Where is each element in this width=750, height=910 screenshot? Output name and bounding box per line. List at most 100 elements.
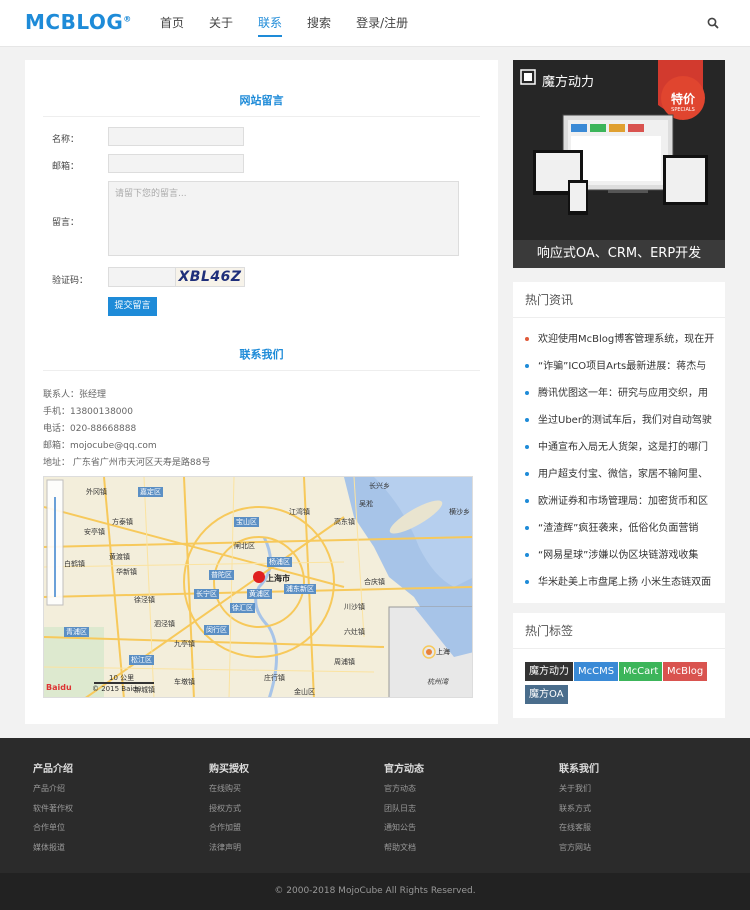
news-item[interactable]: 欢迎使用McBlog博客管理系统，现在开 bbox=[525, 330, 721, 356]
map-label: 高东镇 bbox=[334, 518, 355, 526]
bullet-icon bbox=[525, 526, 529, 530]
footer-link[interactable]: 官方动态 bbox=[384, 783, 424, 803]
map-label: 周浦镇 bbox=[334, 658, 355, 666]
map-label: 徐泾镇 bbox=[134, 596, 155, 604]
news-item[interactable]: 中通宣布入局无人货架，这是打的哪门 bbox=[525, 438, 721, 464]
nav-login-register[interactable]: 登录/注册 bbox=[356, 0, 408, 47]
news-item[interactable]: “渣渣辉”疯狂袭来，低俗化负面营销 bbox=[525, 519, 721, 545]
news-item-label: 华米赴美上市盘尾上扬 小米生态链双面 bbox=[538, 577, 712, 588]
contact-email: 邮箱：mojocube@qq.com bbox=[43, 441, 157, 451]
news-item[interactable]: 坐过Uber的测试车后，我们对自动驾驶 bbox=[525, 411, 721, 437]
message-label: 留言： bbox=[52, 218, 80, 228]
header: MCBLOG® 首页 关于 联系 搜索 登录/注册 bbox=[0, 0, 750, 47]
search-icon[interactable] bbox=[706, 16, 720, 30]
news-item-label: 中通宣布入局无人货架，这是打的哪门 bbox=[538, 442, 708, 453]
map-canvas[interactable] bbox=[44, 477, 473, 698]
map-label: 庄行镇 bbox=[264, 674, 285, 682]
map-label: 九亭镇 bbox=[174, 640, 195, 648]
footer-link[interactable]: 合作单位 bbox=[33, 822, 73, 842]
nav-contact[interactable]: 联系 bbox=[258, 0, 283, 47]
map-scale-label: 10 公里 bbox=[109, 674, 135, 682]
map-district-label: 浦东新区 bbox=[284, 584, 316, 594]
footer-col-products: 产品介绍 产品介绍 软件著作权 合作单位 媒体报道 bbox=[33, 760, 73, 861]
map-label: 六灶镇 bbox=[344, 628, 365, 636]
news-item[interactable]: 腾讯优图这一年：研究与应用交织，用 bbox=[525, 384, 721, 410]
hot-news-title: 热门资讯 bbox=[513, 282, 725, 318]
map-label: 合庆镇 bbox=[364, 578, 385, 586]
map-district-label: 长宁区 bbox=[194, 589, 219, 599]
message-section-title: 网站留言 bbox=[43, 92, 480, 117]
news-item-label: “网易星球”涉嫌以伪区块链游戏收集 bbox=[538, 550, 699, 561]
footer-link[interactable]: 关于我们 bbox=[559, 783, 599, 803]
nav-search[interactable]: 搜索 bbox=[307, 0, 331, 47]
bullet-icon bbox=[525, 418, 529, 422]
news-item[interactable]: 华米赴美上市盘尾上扬 小米生态链双面 bbox=[525, 573, 721, 599]
news-item[interactable]: “诈骗”ICO项目Arts最新进展：蒋杰与 bbox=[525, 357, 721, 383]
map-label: 川沙镇 bbox=[344, 603, 365, 611]
map-district-label: 宝山区 bbox=[234, 517, 259, 527]
map-district-label: 闵行区 bbox=[204, 625, 229, 635]
map-label: 外冈镇 bbox=[86, 488, 107, 496]
tag-mofang-oa[interactable]: 魔方OA bbox=[525, 685, 568, 704]
logo-registered-mark: ® bbox=[123, 14, 132, 24]
tag-mcblog[interactable]: McBlog bbox=[663, 662, 708, 681]
contact-address: 地址： 广东省广州市天河区天寿是路88号 bbox=[43, 458, 211, 468]
map-label: 泗泾镇 bbox=[154, 620, 175, 628]
footer-link[interactable]: 在线购买 bbox=[209, 783, 249, 803]
map-copyright: © 2015 Baidu bbox=[92, 685, 142, 693]
tag-mccms[interactable]: McCMS bbox=[574, 662, 619, 681]
footer-link[interactable]: 在线客服 bbox=[559, 822, 599, 842]
main-nav: 首页 关于 联系 搜索 登录/注册 bbox=[160, 0, 433, 47]
footer-link[interactable]: 官方网站 bbox=[559, 842, 599, 862]
promo-badge: 特价 bbox=[670, 92, 695, 106]
contact-person: 联系人：张经理 bbox=[43, 390, 107, 400]
site-logo[interactable]: MCBLOG® bbox=[25, 10, 132, 34]
logo-text: MCBLOG bbox=[25, 10, 124, 34]
footer-link[interactable]: 产品介绍 bbox=[33, 783, 73, 803]
news-item[interactable]: 用户超支付宝、微信，家居不输阿里、 bbox=[525, 465, 721, 491]
captcha-image[interactable]: XBL46Z bbox=[175, 267, 245, 287]
footer-link[interactable]: 联系方式 bbox=[559, 803, 599, 823]
footer-link[interactable]: 帮助文档 bbox=[384, 842, 424, 862]
footer-link[interactable]: 团队日志 bbox=[384, 803, 424, 823]
map-baidu-logo: Baidu bbox=[46, 683, 72, 692]
footer-col-contact: 联系我们 关于我们 联系方式 在线客服 官方网站 bbox=[559, 760, 599, 861]
name-label: 名称： bbox=[52, 135, 80, 145]
email-field[interactable] bbox=[108, 154, 244, 173]
hot-tags-panel: 热门标签 魔方动力 McCMS McCart McBlog 魔方OA bbox=[513, 613, 725, 718]
news-item[interactable]: 欧洲证券和市场管理局：加密货币和区 bbox=[525, 492, 721, 518]
captcha-label: 验证码： bbox=[52, 276, 89, 286]
footer-link[interactable]: 合作加盟 bbox=[209, 822, 249, 842]
submit-message-button[interactable]: 提交留言 bbox=[108, 297, 157, 316]
footer-link[interactable]: 通知公告 bbox=[384, 822, 424, 842]
bullet-icon bbox=[525, 445, 529, 449]
nav-about[interactable]: 关于 bbox=[209, 0, 233, 47]
copyright: © 2000-2018 MojoCube All Rights Reserved… bbox=[0, 873, 750, 910]
nav-home[interactable]: 首页 bbox=[160, 0, 184, 47]
bullet-icon bbox=[525, 553, 529, 557]
contact-mobile: 手机：13800138000 bbox=[43, 407, 133, 417]
contact-card: 网站留言 名称： 邮箱： 留言： 请留下您的留言... 验证码： XBL46Z … bbox=[25, 60, 498, 724]
news-item[interactable]: “网易星球”涉嫌以伪区块链游戏收集 bbox=[525, 546, 721, 572]
news-item-label: 用户超支付宝、微信，家居不输阿里、 bbox=[538, 469, 708, 480]
map-label: 吴淞 bbox=[359, 500, 373, 508]
map-label: 安亭镇 bbox=[84, 528, 105, 536]
promo-title: 魔方动力 bbox=[542, 75, 595, 90]
promo-badge-sub: SPECIALS bbox=[671, 107, 695, 113]
footer-col-title: 官方动态 bbox=[384, 764, 424, 775]
footer-link[interactable]: 软件著作权 bbox=[33, 803, 73, 823]
captcha-input[interactable] bbox=[108, 267, 178, 287]
tag-mccart[interactable]: McCart bbox=[619, 662, 663, 681]
map-district-label: 黄浦区 bbox=[247, 589, 272, 599]
name-field[interactable] bbox=[108, 127, 244, 146]
footer: 产品介绍 产品介绍 软件著作权 合作单位 媒体报道 购买授权 在线购买 授权方式… bbox=[0, 738, 750, 873]
location-map[interactable]: 外冈镇 嘉定区 安亭镇 方泰镇 宝山区 江湾镇 高东镇 黄渡镇 杨浦区 华新镇 … bbox=[43, 476, 473, 698]
footer-link[interactable]: 授权方式 bbox=[209, 803, 249, 823]
tag-mofang[interactable]: 魔方动力 bbox=[525, 662, 573, 681]
map-city-label: 上海市 bbox=[266, 574, 290, 583]
footer-link[interactable]: 媒体报道 bbox=[33, 842, 73, 862]
news-item-label: 欢迎使用McBlog博客管理系统，现在开 bbox=[538, 334, 715, 345]
promo-banner[interactable]: 魔方动力 特价 SPECIALS 响应式OA、CRM、ERP开发 bbox=[513, 60, 725, 268]
map-label: 黄渡镇 bbox=[109, 553, 130, 561]
footer-link[interactable]: 法律声明 bbox=[209, 842, 249, 862]
